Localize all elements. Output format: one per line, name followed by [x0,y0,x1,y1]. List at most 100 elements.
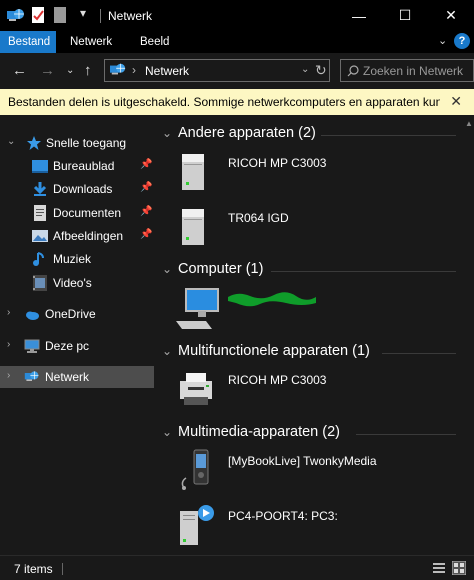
title-bar: ▾ Netwerk — ☐ ✕ [0,0,474,31]
pin-icon[interactable]: 📌 [140,182,152,193]
device-label: RICOH MP C3003 [228,156,327,170]
expand-ribbon-icon[interactable]: ⌄ [438,34,447,47]
address-field[interactable]: › Netwerk ⌄ ↻ [104,59,330,82]
ribbon-tabs: Bestand Netwerk Beeld ⌄ ? [0,31,474,53]
pin-icon[interactable]: 📌 [140,229,152,240]
group-divider [271,271,456,272]
group-title: Multifunctionele apparaten (1) [178,343,370,359]
new-folder-icon[interactable] [54,7,66,23]
search-icon [347,65,359,77]
collapse-chevron-icon[interactable]: ⌄ [7,136,15,147]
address-dropdown-icon[interactable]: ⌄ [301,64,309,75]
quick-access-dropdown-icon[interactable]: ▾ [80,6,86,20]
nav-label: Deze pc [45,339,90,353]
help-icon[interactable]: ? [454,33,470,49]
printer-ricoh[interactable]: RICOH MP C3003 [176,367,446,411]
video-icon [33,275,47,291]
up-arrow-icon[interactable]: ↑ [84,62,92,79]
nav-deze-pc[interactable]: › Deze pc [0,335,154,357]
nav-muziek[interactable]: Muziek [0,248,154,270]
breadcrumb-chevron-icon[interactable]: › [132,63,136,77]
desktop-icon [32,160,48,173]
expand-chevron-icon[interactable]: › [7,339,10,350]
scroll-up-icon[interactable]: ▲ [465,119,473,128]
nav-label: Downloads [53,182,113,196]
nav-label: Snelle toegang [46,136,127,150]
infobar-close-icon[interactable]: ✕ [450,93,462,110]
nav-label: Muziek [53,252,92,266]
device-tr064[interactable]: TR064 IGD [176,205,446,249]
nav-quick-access[interactable]: ⌄ Snelle toegang [0,132,154,154]
details-view-icon[interactable] [432,561,446,575]
nav-label: Documenten [53,206,122,220]
nav-label: Video's [53,276,92,290]
item-count: 7 items [14,562,53,576]
content-pane: ⌄ Andere apparaten (2) RICOH MP C3003 TR… [156,115,462,555]
expand-chevron-icon[interactable]: › [7,370,10,381]
group-computer[interactable]: ⌄ Computer (1) [156,259,456,281]
nav-documenten[interactable]: Documenten 📌 [0,202,154,224]
nav-downloads[interactable]: Downloads 📌 [0,178,154,200]
cloud-icon [26,311,39,320]
media-mybooklive[interactable]: [MyBookLive] TwonkyMedia [176,448,446,492]
group-title: Computer (1) [178,261,264,277]
network-icon[interactable] [6,7,26,25]
group-divider [356,434,456,435]
group-collapse-icon[interactable]: ⌄ [162,262,172,276]
media-label: [MyBookLive] TwonkyMedia [228,454,377,468]
computer-icon [24,339,40,353]
group-collapse-icon[interactable]: ⌄ [162,344,172,358]
group-multimedia-apparaten[interactable]: ⌄ Multimedia-apparaten (2) [156,422,456,444]
computer-item[interactable] [176,285,446,329]
pictures-icon [32,230,48,242]
recent-locations-icon[interactable]: ⌄ [66,65,74,76]
pin-icon[interactable]: 📌 [140,206,152,217]
large-icons-view-icon[interactable] [452,561,466,575]
nav-label: Bureaublad [53,159,115,173]
tab-beeld[interactable]: Beeld [132,31,177,53]
media-player-icon [181,449,209,490]
pin-icon[interactable]: 📌 [140,159,152,170]
minimize-button[interactable]: — [336,0,382,31]
redacted-name-mark [228,292,316,307]
group-collapse-icon[interactable]: ⌄ [162,425,172,439]
nav-afbeeldingen[interactable]: Afbeeldingen 📌 [0,225,154,247]
group-multifunctionele-apparaten[interactable]: ⌄ Multifunctionele apparaten (1) [156,341,456,363]
tab-netwerk[interactable]: Netwerk [62,31,120,53]
group-andere-apparaten[interactable]: ⌄ Andere apparaten (2) [156,123,456,145]
breadcrumb-netwerk[interactable]: Netwerk [145,64,189,78]
computer-icon [176,288,219,329]
search-box[interactable] [340,59,474,82]
device-label: TR064 IGD [228,211,289,225]
properties-icon[interactable] [32,7,44,23]
network-icon [24,371,39,381]
close-button[interactable]: ✕ [428,0,474,31]
download-icon [33,182,47,196]
navigation-pane: ⌄ Snelle toegang Bureaublad 📌 Downloads … [0,115,156,555]
nav-onedrive[interactable]: › OneDrive [0,303,154,325]
document-icon [34,205,46,221]
media-pc4-poort4[interactable]: PC4-POORT4: PC3: [176,503,446,547]
music-icon [33,252,44,266]
device-ricoh[interactable]: RICOH MP C3003 [176,150,446,194]
maximize-button[interactable]: ☐ [382,0,428,31]
device-icon [182,154,204,190]
back-arrow-icon[interactable]: ← [12,62,27,79]
nav-label: OneDrive [45,307,96,321]
title-separator [100,9,101,23]
nav-netwerk[interactable]: › Netwerk [0,366,154,388]
expand-chevron-icon[interactable]: › [7,307,10,318]
status-bar: 7 items [0,555,474,580]
file-sharing-infobar[interactable]: Bestanden delen is uitgeschakeld. Sommig… [0,89,474,115]
infobar-message[interactable]: Bestanden delen is uitgeschakeld. Sommig… [8,95,440,109]
group-collapse-icon[interactable]: ⌄ [162,126,172,140]
nav-bureaublad[interactable]: Bureaublad 📌 [0,155,154,177]
tab-bestand[interactable]: Bestand [0,31,56,53]
search-input[interactable] [363,64,469,78]
nav-label: Afbeeldingen [53,229,124,243]
forward-arrow-icon[interactable]: → [40,62,55,79]
vertical-scrollbar[interactable]: ▲ [462,115,474,555]
refresh-icon[interactable]: ↻ [315,62,327,79]
device-icon [182,209,204,245]
nav-videos[interactable]: Video's [0,272,154,294]
